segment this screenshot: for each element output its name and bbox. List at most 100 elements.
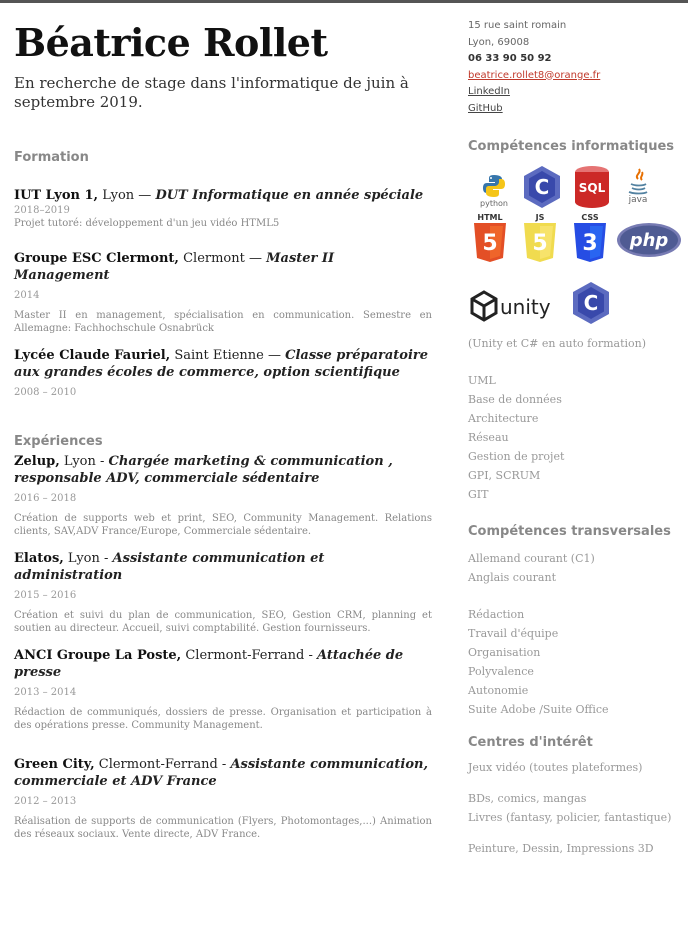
linkedin-link[interactable]: LinkedIn — [468, 86, 510, 97]
interest-item: BDs, comics, mangas — [468, 792, 587, 805]
sql-database-icon: SQL — [572, 164, 612, 210]
entry-desc: Master II en management, spécialisation … — [14, 310, 432, 334]
python-icon-label: python — [480, 198, 508, 208]
skill-item: Suite Adobe /Suite Office — [468, 703, 609, 716]
interest-item: Peinture, Dessin, Impressions 3D — [468, 842, 654, 855]
github-link[interactable]: GitHub — [468, 103, 503, 114]
transversal-list: Rédaction Travail d'équipe Organisation … — [468, 605, 678, 719]
js-icon-label: JS — [535, 213, 545, 222]
html-icon-number: 5 — [482, 231, 497, 256]
skill-item: Rédaction — [468, 608, 525, 621]
entry-desc: Rédaction de communiqués, dossiers de pr… — [14, 707, 432, 731]
entry-org: Lycée Claude Fauriel, — [14, 348, 171, 363]
csharp-icon-letter: C — [584, 291, 599, 315]
entry-place: Clermont-Ferrand - — [181, 648, 318, 663]
languages-list: Allemand courant (C1) Anglais courant — [468, 549, 678, 587]
entry-place: Clermont-Ferrand - — [94, 757, 231, 772]
entry-title: Elatos, Lyon - Assistante communication … — [14, 550, 432, 584]
skill-icons-grid: python C SQL java HTML 5 JS 5 CSS 3 php — [468, 162, 683, 332]
interest-item: Jeux vidéo (toutes plateformes) — [468, 761, 643, 774]
entry-date: 2014 — [14, 290, 40, 301]
section-title-interests: Centres d'intérêt — [468, 735, 593, 750]
html5-icon: HTML 5 — [470, 212, 510, 264]
section-title-it-skills: Compétences informatiques — [468, 139, 675, 154]
contact-email-link[interactable]: beatrice.rollet8@orange.fr — [468, 70, 600, 81]
skill-item: Gestion de projet — [468, 450, 565, 463]
php-icon-label: php — [629, 230, 669, 251]
contact-phone: 06 33 90 50 92 — [468, 53, 552, 64]
css-icon-number: 3 — [582, 231, 597, 256]
entry-date: 2013 – 2014 — [14, 687, 77, 698]
experiences-section: Expériences Zelup, Lyon - Chargée market… — [14, 434, 432, 841]
formation-section: Formation IUT Lyon 1, Lyon — DUT Informa… — [14, 150, 432, 398]
javascript-icon: JS 5 — [520, 212, 560, 264]
entry-org: IUT Lyon 1, — [14, 188, 99, 203]
entry-place: Lyon - — [59, 454, 109, 469]
entry-date: 2016 – 2018 — [14, 493, 77, 504]
unity-icon-label: unity — [500, 295, 551, 319]
entry-place: Lyon — — [98, 188, 156, 203]
entry-title: ANCI Groupe La Poste, Clermont-Ferrand -… — [14, 647, 432, 681]
php-icon: php — [616, 222, 682, 258]
main-column: Béatrice Rollet En recherche de stage da… — [14, 18, 432, 841]
entry-date: 2015 – 2016 — [14, 590, 77, 601]
skill-item: Base de données — [468, 393, 562, 406]
entry-title: Zelup, Lyon - Chargée marketing & commun… — [14, 453, 432, 487]
css-icon-label: CSS — [581, 213, 598, 222]
entry-desc: Création de supports web et print, SEO, … — [14, 513, 432, 537]
contact-block: 15 rue saint romain Lyon, 69008 06 33 90… — [468, 18, 678, 117]
formation-entry: Groupe ESC Clermont, Clermont — Master I… — [14, 250, 432, 335]
sql-icon-label: SQL — [579, 181, 606, 195]
entry-date: 2012 – 2013 — [14, 796, 77, 807]
skill-item: Réseau — [468, 431, 509, 444]
it-skills-note: (Unity et C# en auto formation) — [468, 337, 647, 350]
candidate-name: Béatrice Rollet — [14, 20, 328, 65]
section-title-transversal: Compétences transversales — [468, 524, 671, 539]
entry-date: 2008 – 2010 — [14, 387, 77, 398]
entry-role: DUT Informatique en année spéciale — [155, 188, 424, 203]
entry-place: Lyon - — [63, 551, 113, 566]
skill-item: Organisation — [468, 646, 541, 659]
entry-title: Groupe ESC Clermont, Clermont — Master I… — [14, 250, 432, 284]
experience-entry: Green City, Clermont-Ferrand - Assistant… — [14, 756, 432, 841]
skill-item: GIT — [468, 488, 489, 501]
entry-org: ANCI Groupe La Poste, — [14, 648, 182, 663]
entry-org: Elatos, — [14, 551, 64, 566]
entry-org: Groupe ESC Clermont, — [14, 251, 179, 266]
entry-place: Saint Etienne — — [170, 348, 286, 363]
experience-entry: ANCI Groupe La Poste, Clermont-Ferrand -… — [14, 647, 432, 732]
entry-desc: Création et suivi du plan de communicati… — [14, 610, 432, 634]
formation-entry: Lycée Claude Fauriel, Saint Etienne — Cl… — [14, 347, 432, 398]
experience-entry: Elatos, Lyon - Assistante communication … — [14, 550, 432, 635]
unity-icon: unity — [470, 288, 566, 324]
c-language-icon: C — [522, 164, 562, 210]
skill-item: UML — [468, 374, 496, 387]
entry-place: Clermont — — [178, 251, 267, 266]
language-item: Allemand courant (C1) — [468, 552, 595, 565]
java-icon-label: java — [628, 195, 648, 205]
js-icon-number: 5 — [532, 231, 547, 256]
formation-entry: IUT Lyon 1, Lyon — DUT Informatique en a… — [14, 187, 432, 230]
java-icon: java — [620, 162, 656, 210]
entry-title: Green City, Clermont-Ferrand - Assistant… — [14, 756, 432, 790]
css3-icon: CSS 3 — [570, 212, 610, 264]
section-title-formation: Formation — [14, 150, 89, 165]
html-icon-label: HTML — [477, 213, 502, 222]
c-icon-letter: C — [535, 175, 550, 199]
language-item: Anglais courant — [468, 571, 556, 584]
contact-address: 15 rue saint romain — [468, 20, 567, 31]
skill-item: GPI, SCRUM — [468, 469, 541, 482]
python-icon: python — [474, 168, 514, 212]
entry-title: IUT Lyon 1, Lyon — DUT Informatique en a… — [14, 187, 432, 204]
entry-org: Green City, — [14, 757, 95, 772]
entry-date: 2018–2019 — [14, 205, 70, 216]
entry-title: Lycée Claude Fauriel, Saint Etienne — Cl… — [14, 347, 432, 381]
contact-city: Lyon, 69008 — [468, 36, 530, 48]
section-title-experiences: Expériences — [14, 434, 103, 449]
experience-entry: Zelup, Lyon - Chargée marketing & commun… — [14, 453, 432, 538]
csharp-icon: C — [570, 280, 612, 326]
entry-desc: Projet tutoré: développement d'un jeu vi… — [14, 218, 280, 229]
interest-item: Livres (fantasy, policier, fantastique) — [468, 811, 672, 824]
sidebar: 15 rue saint romain Lyon, 69008 06 33 90… — [468, 18, 681, 858]
skill-item: Autonomie — [468, 684, 529, 697]
